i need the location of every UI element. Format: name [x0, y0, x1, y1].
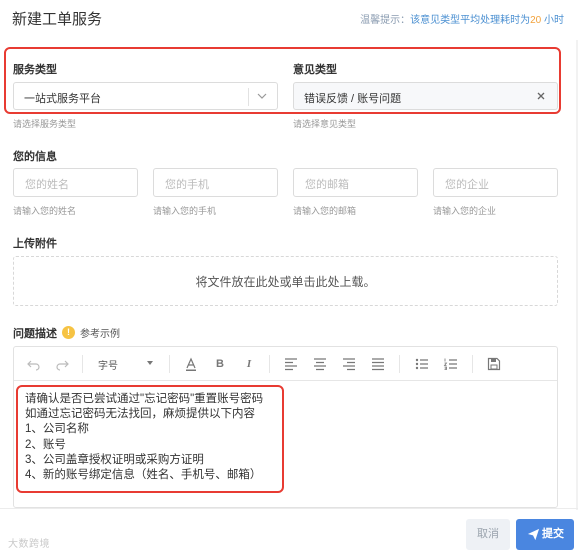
content-line: 请确认是否已尝试通过"忘记密码"重置账号密码: [25, 393, 264, 405]
editor-toolbar: 字号 B I: [14, 347, 557, 381]
description-label: 问题描述: [13, 328, 57, 340]
align-right-icon[interactable]: [341, 356, 357, 372]
name-field[interactable]: 您的姓名: [13, 168, 138, 197]
tip-unit: 小时: [541, 15, 564, 26]
phone-hint: 请输入您的手机: [153, 206, 217, 216]
font-color-icon[interactable]: [183, 356, 199, 372]
dialog-header: 新建工单服务 温馨提示：该意见类型平均处理耗时为20 小时: [0, 0, 578, 40]
feedback-type-select[interactable]: 错误反馈 / 账号问题: [293, 82, 558, 110]
select-divider: [248, 88, 249, 106]
italic-icon[interactable]: I: [241, 356, 257, 372]
example-link[interactable]: 参考示例: [80, 325, 120, 340]
cancel-button[interactable]: 取消: [466, 519, 510, 550]
align-left-icon[interactable]: [283, 356, 299, 372]
dialog-title: 新建工单服务: [12, 11, 103, 28]
service-type-select[interactable]: 一站式服务平台: [13, 82, 278, 110]
submit-label: 提交: [542, 528, 564, 540]
bullet-list-icon[interactable]: [414, 356, 430, 372]
company-field[interactable]: 您的企业: [433, 168, 558, 197]
phone-field[interactable]: 您的手机: [153, 168, 278, 197]
content-line: 如通过忘记密码无法找回，麻烦提供以下内容: [25, 408, 255, 421]
processing-time-tip: 温馨提示：该意见类型平均处理耗时为20 小时: [360, 11, 564, 26]
save-draft-icon[interactable]: [486, 356, 502, 372]
submit-button[interactable]: 提交: [516, 519, 574, 550]
bold-icon[interactable]: B: [212, 356, 228, 372]
content-line: 2、账号: [25, 438, 66, 451]
send-icon: [527, 528, 540, 541]
caret-down-icon[interactable]: [147, 361, 153, 365]
tip-hours: 20: [530, 15, 542, 26]
tip-prefix: 温馨提示：: [360, 15, 411, 26]
email-hint: 请输入您的邮箱: [293, 206, 357, 216]
watermark-logo: 大数跨境: [8, 539, 50, 550]
toolbar-separator: [82, 355, 83, 373]
undo-icon[interactable]: [26, 356, 42, 372]
footer-divider: [0, 508, 578, 509]
service-type-value: 一站式服务平台: [24, 93, 101, 105]
name-hint: 请输入您的姓名: [13, 206, 77, 216]
clear-icon[interactable]: [535, 90, 547, 102]
your-info-label: 您的信息: [13, 151, 57, 163]
redo-icon[interactable]: [54, 356, 70, 372]
dropzone-text: 将文件放在此处或单击此处上载。: [195, 275, 376, 289]
chevron-down-icon[interactable]: [256, 90, 268, 102]
description-content[interactable]: 请确认是否已尝试通过"忘记密码"重置账号密码 如通过忘记密码无法找回，麻烦提供以…: [25, 392, 263, 483]
email-field[interactable]: 您的邮箱: [293, 168, 418, 197]
align-justify-icon[interactable]: [370, 356, 386, 372]
service-type-hint: 请选择服务类型: [13, 119, 77, 129]
numbered-list-icon[interactable]: [443, 356, 459, 372]
feedback-type-value: 错误反馈 / 账号问题: [304, 93, 402, 105]
info-icon: !: [62, 326, 75, 339]
company-hint: 请输入您的企业: [433, 206, 497, 216]
tip-text: 该意见类型平均处理耗时为: [410, 15, 531, 26]
feedback-type-hint: 请选择意见类型: [293, 119, 357, 129]
file-dropzone[interactable]: 将文件放在此处或单击此处上载。: [13, 256, 558, 306]
service-type-label: 服务类型: [13, 64, 57, 76]
attachment-label: 上传附件: [13, 238, 57, 250]
toolbar-separator: [472, 355, 473, 373]
content-line: 1、公司名称: [25, 423, 89, 436]
font-size-select[interactable]: 字号: [98, 357, 118, 372]
content-line: 3、公司盖章授权证明或采购方证明: [25, 453, 204, 466]
toolbar-separator: [399, 355, 400, 373]
toolbar-separator: [269, 355, 270, 373]
toolbar-separator: [169, 355, 170, 373]
content-line: 4、新的账号绑定信息（姓名、手机号、邮箱）: [25, 469, 262, 482]
align-center-icon[interactable]: [312, 356, 328, 372]
feedback-type-label: 意见类型: [293, 64, 337, 76]
